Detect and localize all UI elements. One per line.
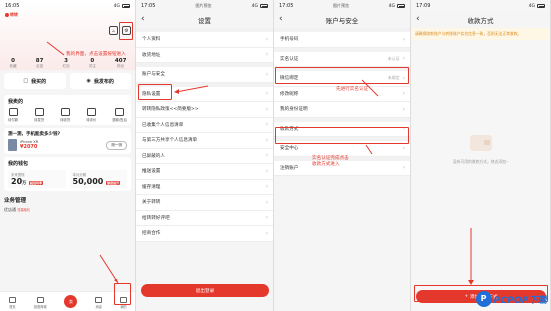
settings-panel: 17:05 图片预览 4G ‹ 设置 个人资料 › 收货地址 › 账户与安全 › 隐私… [136, 0, 274, 311]
arrow-annotations-1 [46, 41, 119, 284]
watermark: P PCPOP下载 [475, 291, 547, 307]
arrow-annotations-2 [174, 85, 209, 94]
arrow-annotations-4 [468, 228, 474, 285]
account-security-panel: 17:05 图片预览 4G ‹ 账户与安全 手机号码 › 实名认证 未认证 › 微信绑… [274, 0, 411, 311]
my-page-panel: 16:05 4G 转转 ▵ ⚙ 0 收藏 87 足迹 3 红包 0 关注 407 粉丝 □… [0, 0, 136, 311]
watermark-text: PCPOP下载 [493, 295, 547, 306]
tutorial-collage: 16:05 4G 转转 ▵ ⚙ 0 收藏 87 足迹 3 红包 0 关注 407 粉丝 □… [0, 0, 551, 311]
payment-method-panel: 17:09 4G ‹ 收款方式 请确保收款账户与转账账户实名信息一致，否则无法正… [411, 0, 551, 311]
watermark-logo-icon: P [475, 291, 492, 307]
arrow-annotations-3 [361, 79, 379, 155]
